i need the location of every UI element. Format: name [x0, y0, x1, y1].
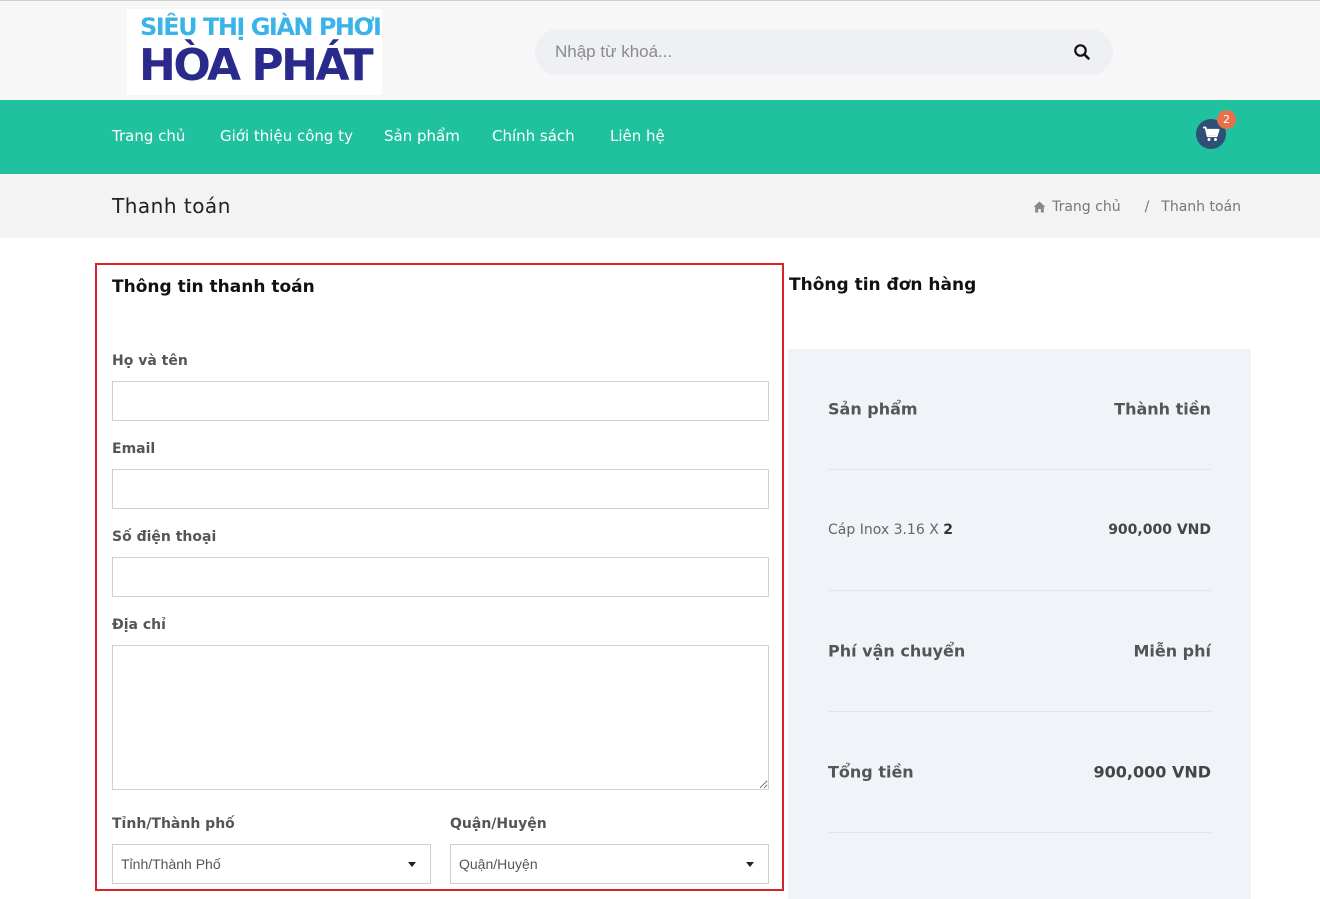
home-icon — [1033, 201, 1046, 213]
billing-heading: Thông tin thanh toán — [112, 277, 315, 297]
province-select[interactable]: Tỉnh/Thành Phố — [112, 844, 431, 884]
phone-field[interactable] — [112, 557, 769, 597]
nav-item-home[interactable]: Trang chủ — [112, 127, 185, 145]
phone-label: Số điện thoại — [112, 529, 217, 545]
name-label: Họ và tên — [112, 353, 188, 369]
site-logo[interactable]: SIÊU THỊ GIÀN PHƠI HÒA PHÁT — [127, 9, 382, 95]
col-product-header: Sản phẩm — [828, 399, 918, 419]
chevron-down-icon — [408, 862, 416, 867]
logo-line-1: SIÊU THỊ GIÀN PHƠI — [140, 13, 382, 41]
breadcrumb-home-link[interactable]: Trang chủ — [1052, 199, 1120, 215]
shipping-label: Phí vận chuyển — [828, 641, 966, 661]
province-selected-value: Tỉnh/Thành Phố — [121, 856, 221, 872]
order-heading: Thông tin đơn hàng — [789, 275, 977, 295]
province-label: Tỉnh/Thành phố — [112, 816, 235, 832]
order-item-row: Cáp Inox 3.16 X 2 900,000 VND — [828, 470, 1211, 591]
full-name-field[interactable] — [112, 381, 769, 421]
search-icon[interactable] — [1073, 43, 1091, 61]
breadcrumb: Trang chủ / Thanh toán — [1033, 199, 1241, 215]
site-header: SIÊU THỊ GIÀN PHƠI HÒA PHÁT — [0, 0, 1320, 100]
main-nav: Trang chủ Giới thiệu công ty Sản phẩm Ch… — [0, 100, 1320, 174]
email-field[interactable] — [112, 469, 769, 509]
district-label: Quận/Huyện — [450, 816, 547, 832]
order-item-name: Cáp Inox 3.16 — [828, 522, 925, 538]
chevron-down-icon — [746, 862, 754, 867]
district-select[interactable]: Quận/Huyện — [450, 844, 769, 884]
total-label: Tổng tiền — [828, 762, 914, 782]
shipping-value: Miễn phí — [1133, 641, 1211, 661]
page-title: Thanh toán — [112, 194, 231, 218]
nav-item-products[interactable]: Sản phẩm — [384, 127, 460, 145]
nav-item-contact[interactable]: Liên hệ — [610, 127, 665, 145]
cart-count-badge: 2 — [1217, 110, 1236, 129]
page-title-bar: Thanh toán Trang chủ / Thanh toán — [0, 174, 1320, 238]
order-summary: Sản phẩm Thành tiền Cáp Inox 3.16 X 2 90… — [788, 349, 1251, 899]
address-label: Địa chỉ — [112, 617, 166, 633]
breadcrumb-separator: / — [1144, 199, 1150, 215]
shipping-row: Phí vận chuyển Miễn phí — [828, 591, 1211, 712]
order-item-product: Cáp Inox 3.16 X 2 — [828, 522, 953, 538]
billing-form: Thông tin thanh toán Họ và tên Email Số … — [95, 263, 784, 891]
total-row: Tổng tiền 900,000 VND — [828, 712, 1211, 833]
address-field[interactable] — [112, 645, 769, 790]
district-selected-value: Quận/Huyện — [459, 856, 538, 872]
logo-line-2: HÒA PHÁT — [139, 40, 374, 91]
col-amount-header: Thành tiền — [1114, 399, 1211, 419]
total-value: 900,000 VND — [1093, 762, 1212, 782]
nav-item-policy[interactable]: Chính sách — [492, 127, 575, 145]
search-bar — [535, 29, 1113, 75]
order-item-qty-prefix: X — [929, 522, 939, 538]
order-header-row: Sản phẩm Thành tiền — [828, 349, 1211, 470]
order-item-qty: 2 — [943, 522, 953, 538]
cart-icon — [1203, 126, 1220, 141]
search-input[interactable] — [555, 29, 1055, 75]
email-label: Email — [112, 441, 156, 457]
breadcrumb-current: Thanh toán — [1161, 199, 1241, 215]
nav-item-about[interactable]: Giới thiệu công ty — [220, 127, 353, 145]
order-item-amount: 900,000 VND — [1108, 522, 1211, 538]
